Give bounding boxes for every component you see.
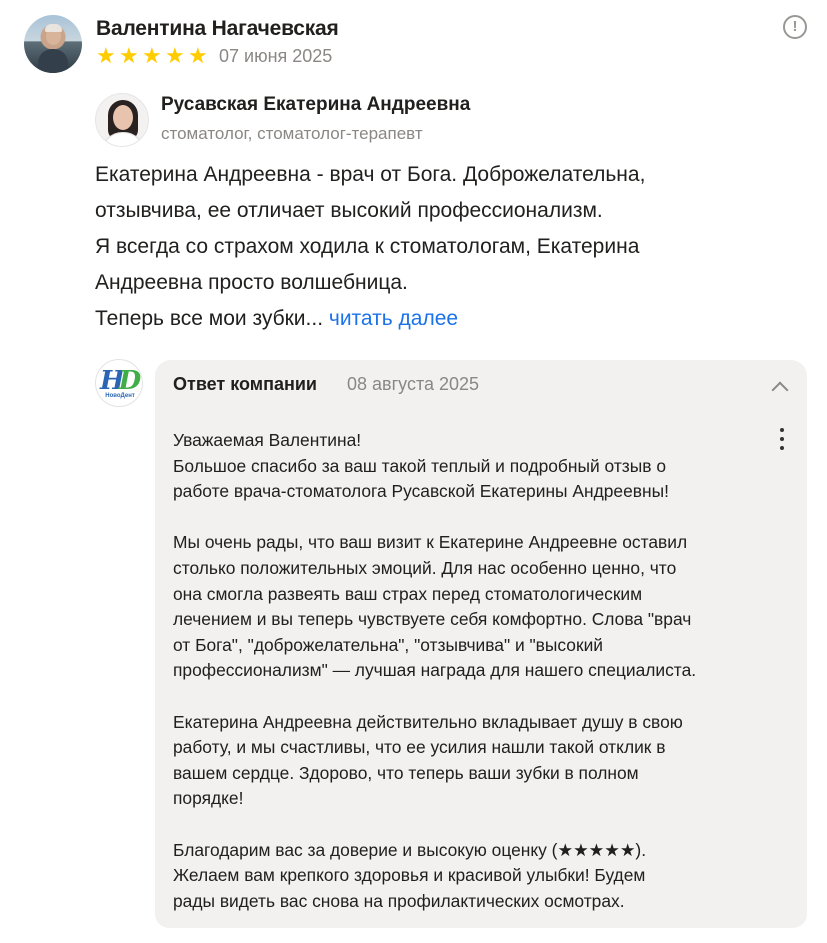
rating-stars: ★ ★ ★ ★ ★ bbox=[96, 44, 210, 68]
user-avatar[interactable] bbox=[24, 15, 82, 73]
doctor-name[interactable]: Русавская Екатерина Андреевна bbox=[161, 94, 470, 116]
star-icon: ★ bbox=[142, 43, 162, 68]
reply-paragraph: Мы очень рады, что ваш визит к Екатерине… bbox=[173, 532, 697, 681]
review-text-line: отзывчива, ее отличает высокий профессио… bbox=[95, 199, 603, 222]
review-author-name[interactable]: Валентина Нагачевская bbox=[96, 17, 339, 41]
review-text-truncated: Теперь все мои зубки... bbox=[95, 307, 324, 330]
reply-paragraph: Благодарим вас за доверие и высокую оцен… bbox=[173, 839, 647, 911]
review-text-line: Я всегда со страхом ходила к стоматолога… bbox=[95, 235, 640, 258]
company-logo[interactable]: НD НовоДент bbox=[95, 359, 143, 407]
doctor-avatar[interactable] bbox=[95, 93, 149, 147]
reply-paragraph: Екатерина Андреевна действительно вклады… bbox=[173, 711, 683, 809]
star-icon: ★ bbox=[96, 43, 116, 68]
company-logo-mark: НD bbox=[100, 366, 141, 396]
reply-date: 08 августа 2025 bbox=[347, 374, 480, 394]
star-icon: ★ bbox=[119, 43, 139, 68]
doctor-specialty: стоматолог, стоматолог-терапевт bbox=[161, 124, 423, 143]
company-reply: Ответ компании 08 августа 2025 Уважаемая… bbox=[155, 360, 807, 928]
exclamation-circle-icon[interactable]: ! bbox=[783, 15, 807, 39]
reply-title: Ответ компании bbox=[173, 374, 317, 394]
star-icon: ★ bbox=[165, 43, 185, 68]
company-logo-text: НовоДент bbox=[105, 393, 135, 399]
review-text-line: Екатерина Андреевна - врач от Бога. Добр… bbox=[95, 163, 646, 186]
review-text-line: Андреевна просто волшебница. bbox=[95, 271, 408, 294]
star-icon: ★ bbox=[188, 43, 208, 68]
reply-text: Уважаемая Валентина! Большое спасибо за … bbox=[173, 428, 783, 914]
review-text: Екатерина Андреевна - врач от Бога. Добр… bbox=[95, 157, 795, 337]
read-more-link[interactable]: читать далее bbox=[329, 307, 458, 330]
review-date: 07 июня 2025 bbox=[219, 46, 333, 66]
reply-paragraph: Уважаемая Валентина! Большое спасибо за … bbox=[173, 430, 669, 502]
chevron-up-icon[interactable] bbox=[767, 374, 793, 400]
reply-body: Уважаемая Валентина! Большое спасибо за … bbox=[155, 408, 807, 928]
review-text-line-last: Теперь все мои зубки... читать далее bbox=[95, 301, 795, 337]
